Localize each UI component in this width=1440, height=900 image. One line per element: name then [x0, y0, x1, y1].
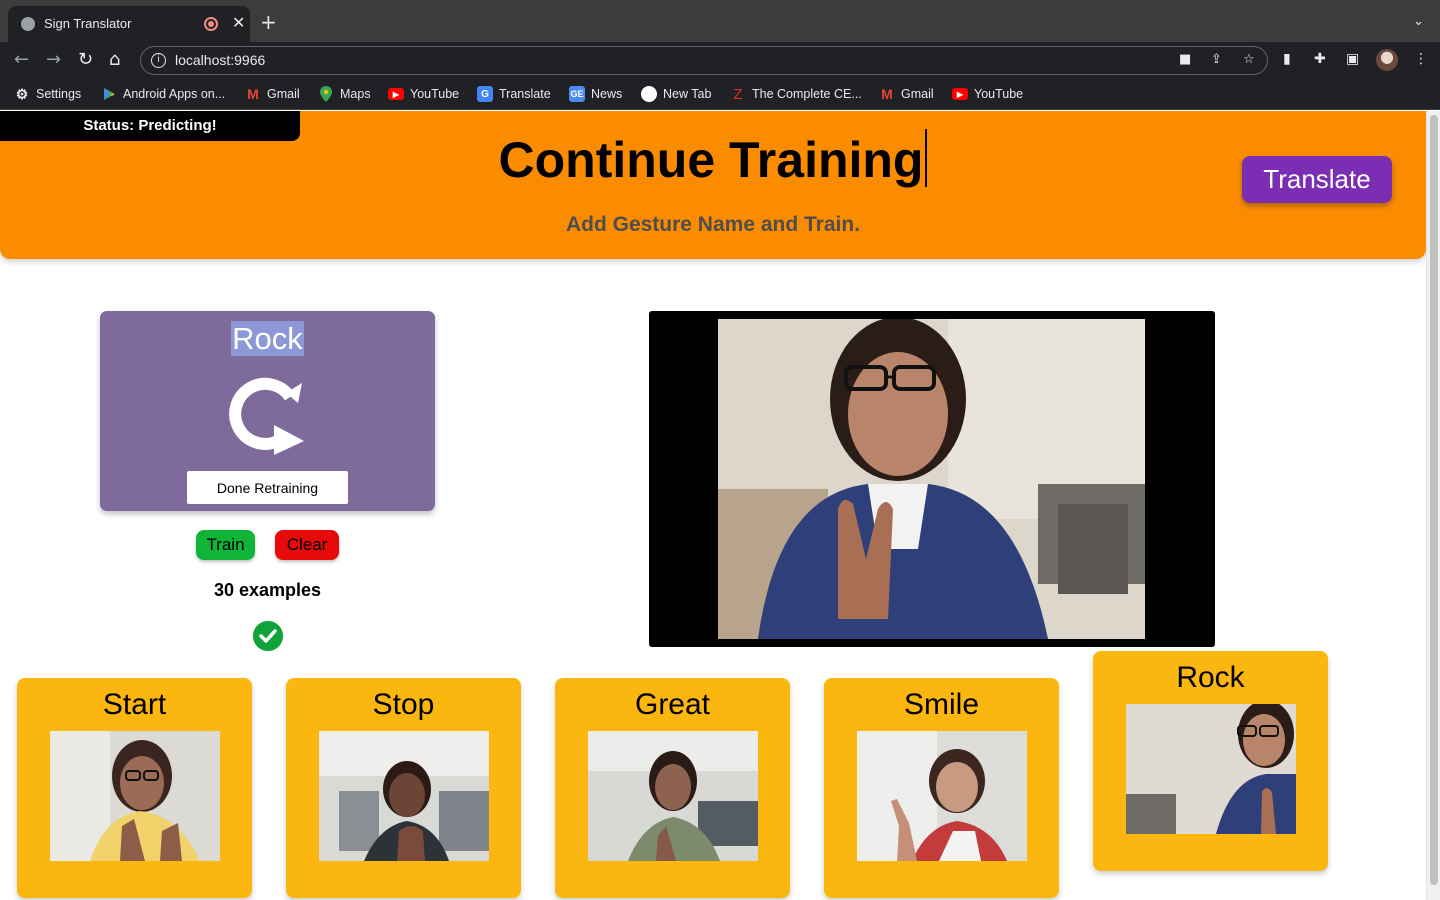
gesture-card-name: Stop: [372, 688, 435, 721]
camera-icon[interactable]: ■: [1179, 52, 1191, 67]
bookmark-label: New Tab: [663, 87, 712, 101]
bookmark-label: YouTube: [410, 87, 460, 101]
gesture-card-name: Rock: [1176, 661, 1245, 694]
share-icon[interactable]: ⇪: [1211, 52, 1222, 67]
bookmark-gmail[interactable]: M Gmail: [245, 86, 300, 102]
gesture-thumbnail: [588, 731, 758, 861]
address-bar[interactable]: i localhost:9966 ■ ⇪ ☆: [140, 46, 1268, 75]
recording-icon: [204, 17, 218, 31]
site-info-icon[interactable]: i: [151, 53, 166, 68]
play-store-icon: [101, 86, 117, 102]
menu-dots-icon[interactable]: ⋮: [1414, 51, 1428, 67]
retrain-icon[interactable]: [226, 373, 306, 457]
bookmark-youtube[interactable]: ▶ YouTube: [388, 86, 459, 102]
gesture-card-smile[interactable]: Smile: [824, 678, 1059, 898]
youtube-icon: ▶: [952, 88, 968, 100]
globe-icon: [21, 17, 35, 31]
gesture-thumbnail: [319, 731, 489, 861]
bookmark-complete-ce[interactable]: Z The Complete CE...: [730, 85, 862, 103]
bookmark-settings[interactable]: ⚙ Settings: [14, 86, 81, 102]
extension-icon[interactable]: ▮: [1283, 51, 1291, 67]
page-subtitle: Add Gesture Name and Train.: [565, 213, 861, 236]
text-caret: [925, 129, 928, 187]
page-scrollbar[interactable]: [1426, 111, 1440, 900]
gesture-card-great[interactable]: Great: [555, 678, 790, 898]
bookmark-translate[interactable]: G Translate: [477, 86, 551, 102]
bookmark-star-icon[interactable]: ☆: [1243, 52, 1255, 67]
youtube-icon: ▶: [388, 88, 404, 100]
gesture-card-stop[interactable]: Stop: [286, 678, 521, 898]
browser-toolbar: ← → ↻ ⌂ i localhost:9966 ■ ⇪ ☆ ▮ ✚ ▣ ⋮: [0, 42, 1440, 78]
browser-tab[interactable]: Sign Translator ✕: [8, 6, 250, 42]
gesture-card-name: Start: [102, 688, 167, 721]
page-title-text: Continue Training: [498, 132, 924, 188]
bookmark-label: Gmail: [901, 87, 934, 101]
puzzle-icon[interactable]: ✚: [1314, 51, 1326, 67]
new-tab-icon[interactable]: +: [260, 12, 277, 32]
translate-icon: G: [477, 86, 493, 102]
news-icon: GE: [569, 86, 585, 102]
bookmark-label: Translate: [499, 87, 551, 101]
gesture-thumbnail: [1126, 704, 1296, 834]
bookmark-android-apps[interactable]: Android Apps on...: [101, 86, 225, 102]
bookmark-label: News: [591, 87, 623, 101]
close-tab-icon[interactable]: ✕: [232, 13, 245, 32]
clear-button[interactable]: Clear: [275, 530, 339, 560]
gesture-thumbnail: [50, 731, 220, 861]
gesture-card-name: Great: [634, 688, 711, 721]
side-panel-icon[interactable]: ▣: [1346, 51, 1359, 67]
gmail-icon: M: [881, 86, 893, 102]
train-button[interactable]: Train: [196, 530, 255, 560]
profile-avatar[interactable]: [1376, 49, 1398, 71]
webcam-feed: [718, 319, 1145, 639]
translate-button[interactable]: Translate: [1242, 156, 1392, 203]
z-icon: Z: [733, 85, 743, 103]
gmail-icon: M: [247, 86, 259, 102]
browser-tab-strip: Sign Translator ✕ + ⌄: [0, 0, 1440, 42]
forward-icon[interactable]: →: [46, 50, 61, 70]
scrollbar-thumb[interactable]: [1430, 115, 1438, 885]
gesture-name-input[interactable]: Rock: [100, 321, 435, 357]
back-icon[interactable]: ←: [14, 50, 29, 70]
bookmark-label: Android Apps on...: [123, 87, 226, 101]
tab-title: Sign Translator: [44, 16, 132, 31]
bookmark-label: Gmail: [267, 87, 300, 101]
bookmark-new-tab[interactable]: New Tab: [641, 86, 711, 102]
bookmark-youtube-2[interactable]: ▶ YouTube: [952, 86, 1023, 102]
tab-search-chevron-icon[interactable]: ⌄: [1413, 14, 1424, 29]
reload-icon[interactable]: ↻: [78, 50, 93, 70]
gesture-card-name: Smile: [903, 688, 979, 721]
maps-icon: [318, 86, 334, 102]
bookmark-gmail-2[interactable]: M Gmail: [879, 86, 934, 102]
gesture-card-start[interactable]: Start: [17, 678, 252, 898]
status-badge: Status: Predicting!: [0, 111, 300, 141]
gear-icon: ⚙: [15, 85, 29, 102]
bookmark-label: Maps: [340, 87, 371, 101]
url-text: localhost:9966: [175, 52, 266, 68]
bookmark-label: YouTube: [974, 87, 1024, 101]
done-retraining-button[interactable]: Done Retraining: [187, 471, 348, 504]
gesture-card-rock[interactable]: Rock: [1093, 651, 1328, 871]
checkmark-icon: [253, 621, 283, 651]
bookmark-label: The Complete CE...: [752, 87, 862, 101]
home-icon[interactable]: ⌂: [109, 50, 120, 70]
new-tab-icon: [641, 86, 657, 102]
bookmark-news[interactable]: GE News: [569, 86, 622, 102]
examples-count: 30 examples: [213, 580, 322, 600]
gesture-name-text: Rock: [231, 321, 304, 356]
bookmark-label: Settings: [36, 87, 82, 101]
webcam-container: [649, 311, 1215, 647]
gesture-thumbnail: [857, 731, 1027, 861]
page-content: Continue Training Add Gesture Name and T…: [0, 111, 1440, 900]
bookmarks-bar: ⚙ Settings Android Apps on... M Gmail Ma…: [0, 78, 1440, 110]
training-card: Rock Done Retraining: [100, 311, 435, 511]
bookmark-maps[interactable]: Maps: [318, 86, 371, 102]
